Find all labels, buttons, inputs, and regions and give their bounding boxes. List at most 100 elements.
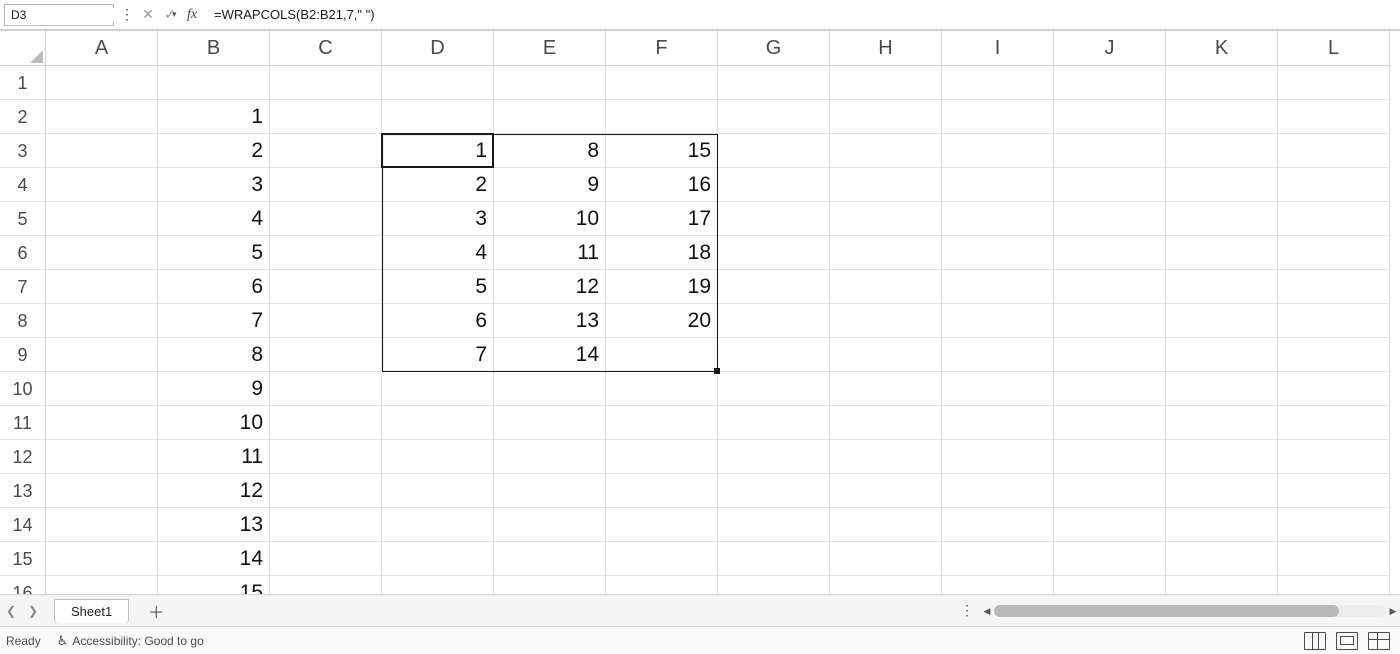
cell-B6[interactable]: 5 [158, 236, 270, 270]
cell-E12[interactable] [494, 440, 606, 474]
cell-C3[interactable] [270, 134, 382, 168]
cell-K15[interactable] [1166, 542, 1278, 576]
cell-I5[interactable] [942, 202, 1054, 236]
cell-D6[interactable]: 4 [382, 236, 494, 270]
cell-G15[interactable] [718, 542, 830, 576]
cell-E10[interactable] [494, 372, 606, 406]
page-layout-view-icon[interactable] [1336, 632, 1358, 650]
cell-B8[interactable]: 7 [158, 304, 270, 338]
cell-I4[interactable] [942, 168, 1054, 202]
worksheet-grid[interactable]: ABCDEFGHIJKL1234567891011121314151612345… [0, 30, 1400, 594]
cell-J2[interactable] [1054, 100, 1166, 134]
cell-I15[interactable] [942, 542, 1054, 576]
cell-G3[interactable] [718, 134, 830, 168]
cell-H8[interactable] [830, 304, 942, 338]
cell-H7[interactable] [830, 270, 942, 304]
cell-D3[interactable]: 1 [382, 134, 494, 168]
cell-L4[interactable] [1278, 168, 1390, 202]
row-header-7[interactable]: 7 [0, 270, 46, 304]
cell-E11[interactable] [494, 406, 606, 440]
cell-D14[interactable] [382, 508, 494, 542]
cell-C8[interactable] [270, 304, 382, 338]
scroll-track[interactable] [994, 605, 1386, 617]
cell-J9[interactable] [1054, 338, 1166, 372]
cell-I3[interactable] [942, 134, 1054, 168]
cell-K1[interactable] [1166, 66, 1278, 100]
cell-K9[interactable] [1166, 338, 1278, 372]
cell-E14[interactable] [494, 508, 606, 542]
cell-E3[interactable]: 8 [494, 134, 606, 168]
cell-J12[interactable] [1054, 440, 1166, 474]
cell-G9[interactable] [718, 338, 830, 372]
cell-H12[interactable] [830, 440, 942, 474]
cell-I10[interactable] [942, 372, 1054, 406]
cell-K10[interactable] [1166, 372, 1278, 406]
cell-H5[interactable] [830, 202, 942, 236]
cell-D2[interactable] [382, 100, 494, 134]
sheet-tab-sheet1[interactable]: Sheet1 [54, 599, 129, 623]
column-header-B[interactable]: B [158, 31, 270, 66]
row-header-1[interactable]: 1 [0, 66, 46, 100]
cell-K4[interactable] [1166, 168, 1278, 202]
cell-C4[interactable] [270, 168, 382, 202]
scroll-thumb[interactable] [994, 605, 1339, 617]
cell-A1[interactable] [46, 66, 158, 100]
cell-I8[interactable] [942, 304, 1054, 338]
cell-A2[interactable] [46, 100, 158, 134]
cell-C14[interactable] [270, 508, 382, 542]
cell-C11[interactable] [270, 406, 382, 440]
cell-E13[interactable] [494, 474, 606, 508]
cell-G5[interactable] [718, 202, 830, 236]
cell-I2[interactable] [942, 100, 1054, 134]
confirm-icon[interactable]: ✓ [162, 6, 178, 23]
cell-B7[interactable]: 6 [158, 270, 270, 304]
cell-F1[interactable] [606, 66, 718, 100]
add-sheet-button[interactable]: ＋ [143, 599, 169, 623]
column-header-J[interactable]: J [1054, 31, 1166, 66]
cell-B14[interactable]: 13 [158, 508, 270, 542]
cell-K3[interactable] [1166, 134, 1278, 168]
cell-A7[interactable] [46, 270, 158, 304]
cell-C12[interactable] [270, 440, 382, 474]
cell-B3[interactable]: 2 [158, 134, 270, 168]
cell-B9[interactable]: 8 [158, 338, 270, 372]
cell-E5[interactable]: 10 [494, 202, 606, 236]
cell-A11[interactable] [46, 406, 158, 440]
cell-J5[interactable] [1054, 202, 1166, 236]
cell-H6[interactable] [830, 236, 942, 270]
cell-E2[interactable] [494, 100, 606, 134]
cell-J8[interactable] [1054, 304, 1166, 338]
column-header-H[interactable]: H [830, 31, 942, 66]
cell-C15[interactable] [270, 542, 382, 576]
cell-G4[interactable] [718, 168, 830, 202]
more-icon[interactable]: ⋮ [960, 602, 974, 619]
cell-L12[interactable] [1278, 440, 1390, 474]
cell-L2[interactable] [1278, 100, 1390, 134]
cell-H14[interactable] [830, 508, 942, 542]
cell-L8[interactable] [1278, 304, 1390, 338]
cell-B4[interactable]: 3 [158, 168, 270, 202]
cell-D13[interactable] [382, 474, 494, 508]
cell-H3[interactable] [830, 134, 942, 168]
cell-D9[interactable]: 7 [382, 338, 494, 372]
cell-G12[interactable] [718, 440, 830, 474]
cell-H10[interactable] [830, 372, 942, 406]
cell-E4[interactable]: 9 [494, 168, 606, 202]
cell-F14[interactable] [606, 508, 718, 542]
cell-F6[interactable]: 18 [606, 236, 718, 270]
cell-D4[interactable]: 2 [382, 168, 494, 202]
cell-J14[interactable] [1054, 508, 1166, 542]
cell-F3[interactable]: 15 [606, 134, 718, 168]
cell-A14[interactable] [46, 508, 158, 542]
cell-J6[interactable] [1054, 236, 1166, 270]
cell-G1[interactable] [718, 66, 830, 100]
cell-D12[interactable] [382, 440, 494, 474]
select-all-corner[interactable] [0, 31, 46, 66]
cell-C9[interactable] [270, 338, 382, 372]
cell-B15[interactable]: 14 [158, 542, 270, 576]
status-accessibility[interactable]: Accessibility: Good to go [72, 634, 203, 648]
cell-A3[interactable] [46, 134, 158, 168]
cell-E15[interactable] [494, 542, 606, 576]
cell-D11[interactable] [382, 406, 494, 440]
row-header-4[interactable]: 4 [0, 168, 46, 202]
